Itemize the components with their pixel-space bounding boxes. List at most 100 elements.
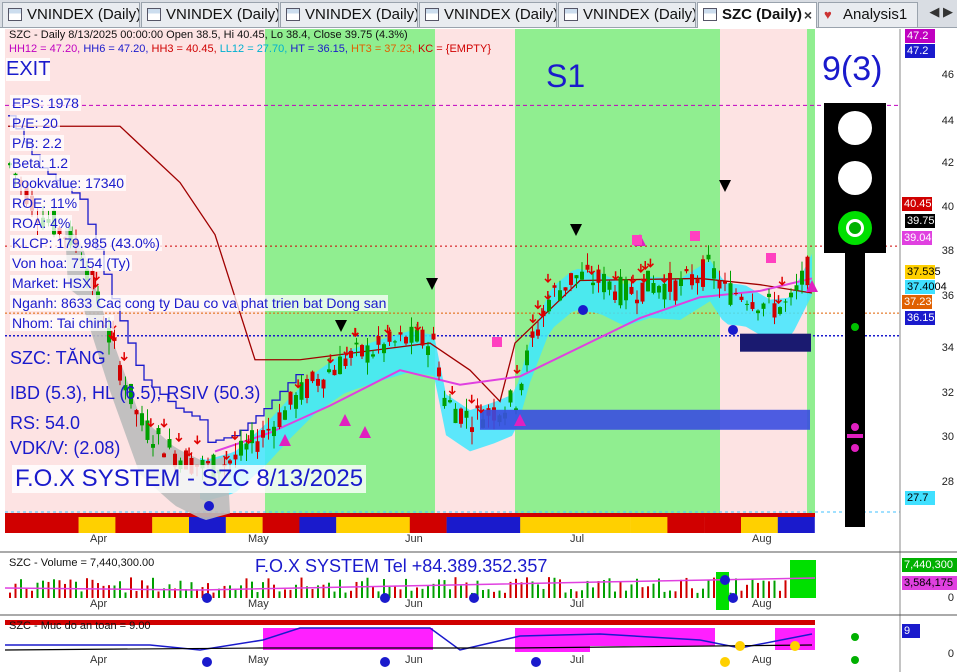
signal-counter: 9(3) xyxy=(822,50,883,88)
candle-body xyxy=(398,332,403,335)
trend-strip-cell xyxy=(225,517,263,533)
month-label: Jul xyxy=(570,598,585,610)
candle-body xyxy=(233,454,238,460)
month-label: Jun xyxy=(405,598,423,610)
candle-body xyxy=(668,272,672,292)
candle-body xyxy=(789,292,793,298)
candle-body xyxy=(558,290,562,301)
trend-strip-cell xyxy=(409,517,447,533)
candle-body xyxy=(684,269,689,272)
price-level-box: 37.535 xyxy=(905,265,941,279)
traffic-light-red xyxy=(838,111,872,145)
candle-body xyxy=(266,428,271,431)
signal-line: SZC: TĂNG xyxy=(10,348,106,368)
indicator-value: LL12 = 27.70, xyxy=(219,43,291,55)
candle-body xyxy=(552,285,557,288)
candle-body xyxy=(701,259,705,287)
candle-body xyxy=(695,279,700,284)
candle-body xyxy=(712,268,716,279)
candle-body xyxy=(376,336,381,345)
trend-strip-cell xyxy=(667,517,705,533)
fundamental-line: Beta: 1.2 xyxy=(10,155,71,171)
candle-body xyxy=(536,329,540,336)
counter-dot xyxy=(851,423,859,431)
candle-body xyxy=(118,365,122,381)
price-level-box: 36.15 xyxy=(905,311,935,325)
trend-strip-cell xyxy=(78,517,116,533)
volume-zero-label: 0 xyxy=(947,592,954,604)
indicator-value: HT = 36.15, xyxy=(290,43,351,55)
volume-marker-icon xyxy=(720,575,730,585)
candle-body xyxy=(530,331,535,338)
system-tel: F.O.X SYSTEM Tel +84.389.352.357 xyxy=(255,556,548,576)
candle-body xyxy=(228,460,232,464)
candle-body xyxy=(338,356,342,375)
candle-body xyxy=(393,341,397,343)
trend-strip-cell xyxy=(152,517,190,533)
candle-body xyxy=(585,264,590,270)
trend-strip-cell xyxy=(373,517,410,533)
fundamental-line: Market: HSX xyxy=(10,275,94,291)
safety-level-box: 9 xyxy=(902,624,920,638)
counter-mark xyxy=(847,434,863,438)
volume-marker-icon xyxy=(202,593,212,603)
signal-line: VDK/V: (2.08) xyxy=(10,438,121,458)
price-tick-label: 46 xyxy=(941,69,954,81)
candle-body xyxy=(459,408,463,424)
candle-body xyxy=(739,296,744,300)
safety-marker-icon xyxy=(790,641,800,651)
month-label: Aug xyxy=(752,598,772,610)
fundamental-line: ROA: 4% xyxy=(10,215,73,231)
candle-body xyxy=(365,345,370,363)
price-level-box: 37.4004 xyxy=(905,280,947,294)
candle-body xyxy=(756,310,760,314)
fundamental-line: Von hoa: 7154 (Ty) xyxy=(10,255,133,271)
safety-title: SZC - Muc do an toan = 9.00 xyxy=(9,620,151,632)
volume-marker-icon xyxy=(380,593,390,603)
candle-body xyxy=(426,346,430,356)
price-tick-label: 38 xyxy=(941,245,954,257)
candle-body xyxy=(613,291,617,300)
candle-body xyxy=(519,383,524,391)
candle-body xyxy=(767,293,771,298)
price-level-box: 47.2 xyxy=(905,29,935,43)
month-label: Jul xyxy=(570,533,585,545)
marker-circle-icon xyxy=(578,305,588,315)
header-indicators: HH12 = 47.20, HH6 = 47.20, HH3 = 40.45, … xyxy=(9,43,491,55)
candle-body xyxy=(360,345,364,357)
price-level-box: 47.2 xyxy=(905,44,935,58)
candle-body xyxy=(448,400,452,403)
candle-body xyxy=(591,282,595,286)
candle-body xyxy=(316,378,320,386)
month-label: Apr xyxy=(90,654,108,666)
candle-body xyxy=(772,303,777,318)
indicator-value: HH3 = 40.45, xyxy=(151,43,220,55)
signal-line: RS: 54.0 xyxy=(10,413,81,433)
candle-body xyxy=(261,430,265,438)
volume-level-box: 7,440,300 xyxy=(902,558,957,572)
price-tick-label: 34 xyxy=(941,342,954,354)
trend-strip-cell xyxy=(262,517,300,533)
candle-body xyxy=(140,413,144,426)
trend-strip-cell xyxy=(704,517,742,533)
candle-body xyxy=(569,273,573,285)
signal-square-icon xyxy=(690,231,700,241)
candle-body xyxy=(640,282,645,302)
candle-body xyxy=(805,256,810,286)
price-tick-label: 28 xyxy=(941,476,954,488)
trend-strip-cell xyxy=(741,517,778,533)
support-zone xyxy=(740,333,811,352)
price-tick-label: 40 xyxy=(941,201,954,213)
month-label: Jun xyxy=(405,654,423,666)
fundamental-line: Nhom: Tai chinh xyxy=(10,315,115,331)
fundamental-line: KLCP: 179.985 (43.0%) xyxy=(10,235,162,251)
candle-body xyxy=(574,275,579,279)
candle-body xyxy=(635,299,639,304)
price-level-box: 39.0403 xyxy=(902,231,944,245)
candle-body xyxy=(343,358,348,367)
candle-body xyxy=(371,354,375,357)
trend-strip-cell xyxy=(557,517,594,533)
fundamental-line: Bookvalue: 17340 xyxy=(10,175,127,191)
candle-body xyxy=(580,271,584,280)
candle-body xyxy=(321,379,326,389)
